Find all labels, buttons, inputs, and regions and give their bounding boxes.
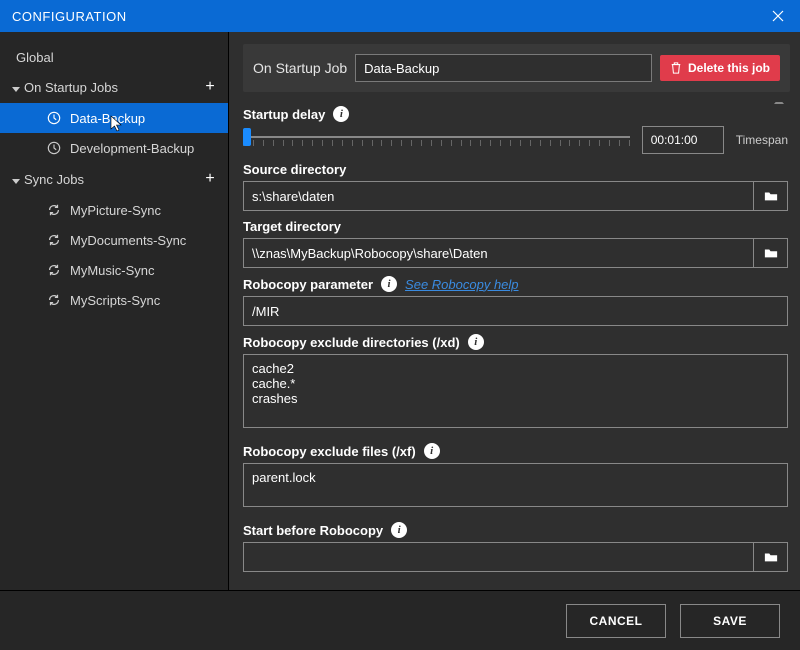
sync-icon: [46, 202, 62, 218]
form-area: Startup delay i Timespan Source director…: [243, 102, 790, 578]
chevron-down-icon: [12, 80, 24, 95]
source-directory-input[interactable]: [243, 181, 754, 211]
slider-thumb[interactable]: [243, 128, 251, 146]
window-title: CONFIGURATION: [12, 9, 756, 24]
clock-icon: [46, 110, 62, 126]
delete-job-label: Delete this job: [688, 61, 770, 75]
timespan-input[interactable]: [642, 126, 724, 154]
sidebar-group-label: On Startup Jobs: [24, 80, 200, 95]
close-icon: [772, 10, 784, 22]
info-icon[interactable]: i: [391, 522, 407, 538]
start-before-label: Start before Robocopy i: [243, 522, 788, 538]
cancel-button[interactable]: CANCEL: [566, 604, 666, 638]
chevron-down-icon: [12, 172, 24, 187]
target-directory-label: Target directory: [243, 219, 788, 234]
sync-icon: [46, 292, 62, 308]
cursor-icon: [110, 115, 124, 133]
sidebar-item-label: MyPicture-Sync: [70, 203, 161, 218]
add-sync-job-button[interactable]: +: [200, 169, 220, 189]
startup-delay-slider[interactable]: [243, 128, 630, 152]
sidebar-item-mydocuments-sync[interactable]: MyDocuments-Sync: [0, 225, 228, 255]
close-button[interactable]: [756, 0, 800, 32]
sidebar-root-global[interactable]: Global: [0, 44, 228, 71]
sidebar-item-mymusic-sync[interactable]: MyMusic-Sync: [0, 255, 228, 285]
sidebar: Global On Startup Jobs + Data-Backup Dev…: [0, 32, 228, 590]
sync-icon: [46, 262, 62, 278]
robocopy-parameter-input[interactable]: [243, 296, 788, 326]
target-directory-input[interactable]: [243, 238, 754, 268]
save-button[interactable]: SAVE: [680, 604, 780, 638]
sidebar-item-myscripts-sync[interactable]: MyScripts-Sync: [0, 285, 228, 315]
info-icon[interactable]: i: [333, 106, 349, 122]
sidebar-item-label: Development-Backup: [70, 141, 194, 156]
start-before-input[interactable]: [243, 542, 754, 572]
browse-start-before-button[interactable]: [754, 542, 788, 572]
robocopy-help-link[interactable]: See Robocopy help: [405, 277, 518, 292]
folder-icon: [764, 190, 778, 202]
info-icon[interactable]: i: [381, 276, 397, 292]
timespan-label: Timespan: [736, 133, 788, 147]
footer: CANCEL SAVE: [0, 590, 800, 650]
sidebar-group-label: Sync Jobs: [24, 172, 200, 187]
folder-icon: [764, 551, 778, 563]
sync-icon: [46, 232, 62, 248]
sidebar-item-label: Data-Backup: [70, 111, 145, 126]
content-panel: On Startup Job Delete this job Startup d…: [229, 32, 800, 590]
clock-icon: [46, 140, 62, 156]
startup-delay-label: Startup delay i: [243, 106, 788, 122]
job-type-label: On Startup Job: [253, 60, 347, 76]
exclude-files-label: Robocopy exclude files (/xf) i: [243, 443, 788, 459]
folder-icon: [764, 247, 778, 259]
sidebar-item-mypicture-sync[interactable]: MyPicture-Sync: [0, 195, 228, 225]
info-icon[interactable]: i: [424, 443, 440, 459]
sidebar-group-startup-jobs[interactable]: On Startup Jobs +: [0, 71, 228, 103]
browse-source-button[interactable]: [754, 181, 788, 211]
sidebar-item-label: MyMusic-Sync: [70, 263, 155, 278]
exclude-directories-input[interactable]: [243, 354, 788, 428]
sidebar-item-development-backup[interactable]: Development-Backup: [0, 133, 228, 163]
sidebar-item-data-backup[interactable]: Data-Backup: [0, 103, 228, 133]
exclude-directories-label: Robocopy exclude directories (/xd) i: [243, 334, 788, 350]
titlebar: CONFIGURATION: [0, 0, 800, 32]
trash-icon: [670, 62, 682, 74]
sidebar-item-label: MyDocuments-Sync: [70, 233, 186, 248]
job-header: On Startup Job Delete this job: [243, 44, 790, 92]
job-name-input[interactable]: [355, 54, 652, 82]
browse-target-button[interactable]: [754, 238, 788, 268]
robocopy-parameter-label: Robocopy parameter i See Robocopy help: [243, 276, 788, 292]
sidebar-item-label: MyScripts-Sync: [70, 293, 160, 308]
add-startup-job-button[interactable]: +: [200, 77, 220, 97]
sidebar-group-sync-jobs[interactable]: Sync Jobs +: [0, 163, 228, 195]
delete-job-button[interactable]: Delete this job: [660, 55, 780, 81]
collapse-section-icon[interactable]: [774, 102, 784, 104]
info-icon[interactable]: i: [468, 334, 484, 350]
source-directory-label: Source directory: [243, 162, 788, 177]
exclude-files-input[interactable]: [243, 463, 788, 507]
